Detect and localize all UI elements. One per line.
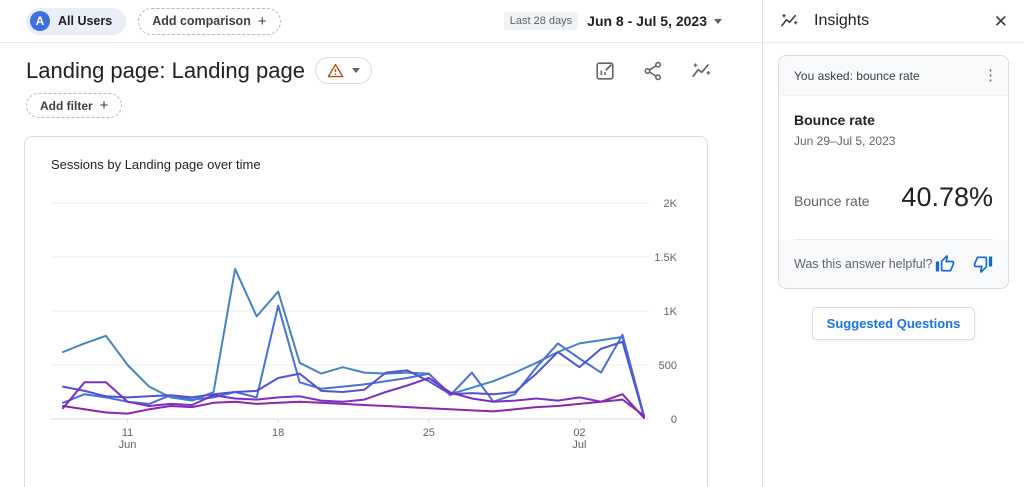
close-icon[interactable]: ✕	[994, 13, 1008, 30]
thumbs-down-icon[interactable]	[973, 254, 993, 274]
metric-row: Bounce rate 40.78%	[794, 182, 993, 213]
add-comparison-label: Add comparison	[152, 14, 251, 28]
x-tick-label: 11	[122, 427, 133, 439]
filter-row: Add filter +	[0, 84, 762, 118]
report-action-icons	[594, 60, 712, 82]
x-tick-label: 18	[272, 427, 284, 439]
series-line[interactable]	[63, 269, 644, 417]
insights-panel-header: Insights ✕	[763, 0, 1024, 43]
data-quality-warning-button[interactable]	[315, 57, 372, 84]
date-picker[interactable]: Last 28 days Jun 8 - Jul 5, 2023	[504, 12, 722, 30]
date-range-value: Jun 8 - Jul 5, 2023	[587, 13, 722, 29]
y-tick-label: 1K	[664, 306, 678, 318]
all-users-chip[interactable]: A All Users	[26, 8, 126, 35]
customize-report-icon[interactable]	[594, 60, 616, 82]
feedback-prompt: Was this answer helpful?	[794, 257, 933, 271]
metric-value: 40.78%	[901, 182, 993, 213]
app-window: A All Users Add comparison + Last 28 day…	[0, 0, 1024, 487]
chevron-down-icon	[352, 68, 360, 73]
insight-card-body: Bounce rate Jun 29–Jul 5, 2023 Bounce ra…	[779, 96, 1008, 240]
suggested-questions-button[interactable]: Suggested Questions	[812, 307, 976, 340]
y-tick-label: 0	[671, 414, 677, 426]
y-tick-label: 2K	[664, 198, 678, 210]
more-options-icon[interactable]: ⋮	[983, 68, 998, 83]
report-title-row: Landing page: Landing page	[0, 43, 762, 84]
insight-card-header: You asked: bounce rate ⋮	[779, 56, 1008, 96]
share-icon[interactable]	[642, 60, 664, 82]
add-comparison-button[interactable]: Add comparison +	[138, 8, 280, 35]
insights-panel: Insights ✕ You asked: bounce rate ⋮ Boun…	[762, 0, 1024, 487]
thumbs-up-icon[interactable]	[935, 254, 955, 274]
add-filter-button[interactable]: Add filter +	[26, 93, 122, 118]
x-tick-sublabel: Jul	[572, 439, 586, 451]
x-tick-label: 25	[423, 427, 435, 439]
main-report-area: A All Users Add comparison + Last 28 day…	[0, 0, 762, 487]
audience-avatar-icon: A	[30, 11, 50, 31]
insights-panel-title: Insights	[814, 12, 869, 30]
insight-card-footer: Was this answer helpful?	[779, 240, 1008, 288]
sessions-chart-card: Sessions by Landing page over time 0 500 1…	[24, 136, 708, 487]
insight-date-range: Jun 29–Jul 5, 2023	[794, 134, 993, 148]
add-filter-label: Add filter	[40, 99, 93, 113]
x-tick-sublabel: Jun	[119, 439, 137, 451]
chart-title: Sessions by Landing page over time	[25, 137, 707, 172]
x-tick-label: 02	[573, 427, 585, 439]
insights-icon	[779, 11, 799, 31]
chevron-down-icon	[714, 19, 722, 24]
metric-label: Bounce rate	[794, 193, 870, 209]
topbar: A All Users Add comparison + Last 28 day…	[0, 0, 762, 43]
insights-icon[interactable]	[690, 60, 712, 82]
series-line[interactable]	[63, 306, 644, 416]
asked-question-label: You asked: bounce rate	[794, 69, 920, 83]
sessions-line-chart[interactable]: 0 500 1K 1.5K 2K 11Jun 18 25 02Jul	[25, 174, 707, 454]
plus-icon: +	[258, 13, 267, 30]
plus-icon: +	[100, 97, 109, 114]
insight-title: Bounce rate	[794, 112, 993, 128]
y-tick-label: 500	[659, 360, 677, 372]
feedback-buttons	[935, 254, 993, 274]
insight-card: You asked: bounce rate ⋮ Bounce rate Jun…	[778, 55, 1009, 289]
y-tick-label: 1.5K	[654, 252, 677, 264]
all-users-label: All Users	[58, 14, 112, 28]
page-title: Landing page: Landing page	[26, 58, 305, 84]
date-preset-badge: Last 28 days	[504, 12, 578, 30]
warning-triangle-icon	[327, 62, 344, 79]
